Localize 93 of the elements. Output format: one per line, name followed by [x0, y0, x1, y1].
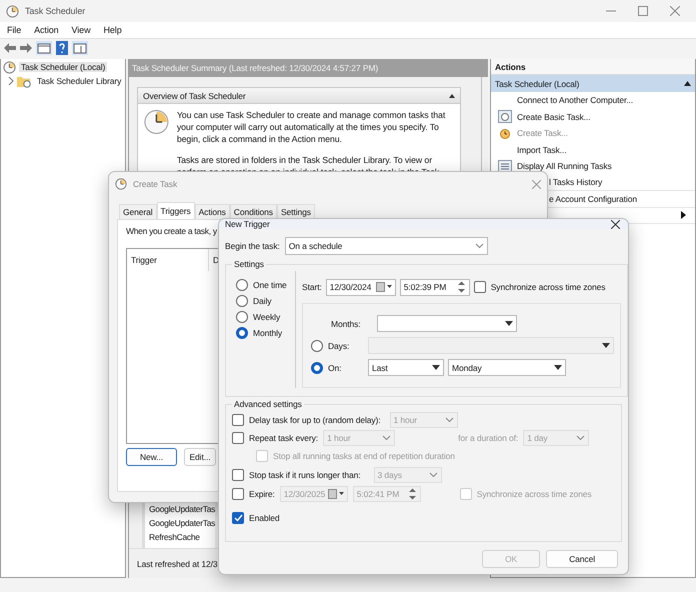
clock-icon [499, 127, 511, 140]
caret-icon [602, 343, 610, 348]
chevron-icon [474, 243, 484, 249]
action-link[interactable]: l Tasks History [549, 177, 602, 188]
field-label: Start: [302, 282, 322, 292]
clock-icon [115, 178, 127, 190]
dialog-title: New Trigger [225, 219, 270, 229]
field-label: Begin the task: [225, 241, 280, 251]
time-field[interactable]: 5:02:39 PM [400, 278, 470, 296]
clock-icon [144, 109, 169, 135]
stop-task-checkbox[interactable]: Stop task if it runs longer than: [232, 468, 361, 480]
tab[interactable]: Conditions [230, 204, 277, 219]
action-link[interactable]: e Account Configuration [549, 194, 637, 204]
maximize-icon[interactable] [638, 6, 648, 16]
schedule-radio[interactable]: Daily [236, 295, 295, 307]
collapse-icon[interactable] [449, 94, 455, 98]
caret-icon [554, 365, 562, 370]
action-link[interactable]: Display All Running Tasks [517, 161, 612, 172]
action-link[interactable]: Create Basic Task... [517, 112, 590, 122]
cancel-button[interactable]: Cancel [546, 550, 618, 568]
edit-button[interactable]: Edit... [184, 448, 216, 466]
actions-section-header[interactable]: Task Scheduler (Local) [491, 75, 695, 92]
checkbox[interactable] [474, 281, 486, 293]
help-icon[interactable] [56, 41, 68, 55]
tab[interactable]: Settings [276, 204, 315, 219]
group-title: Advanced settings [233, 399, 303, 409]
checkbox[interactable] [232, 468, 244, 480]
schedule-radio[interactable]: Weekly [236, 311, 295, 323]
expire-checkbox[interactable]: Expire: [232, 488, 275, 500]
week-dropdown[interactable]: Last [368, 359, 444, 376]
tab[interactable]: Actions [194, 204, 230, 219]
action-link[interactable]: Connect to Another Computer... [517, 95, 634, 106]
tab[interactable]: General [119, 204, 157, 219]
checkbox[interactable] [232, 512, 244, 524]
tab[interactable]: Triggers [156, 202, 195, 219]
chevron-icon [576, 435, 586, 441]
pane-icon[interactable] [72, 41, 88, 55]
chevron-icon [382, 435, 392, 441]
window-title: Task Scheduler [25, 6, 86, 16]
menu-item[interactable]: View [72, 25, 90, 35]
menu-item[interactable]: Help [103, 25, 122, 35]
sync-checkbox[interactable]: Synchronize across time zones [474, 281, 606, 293]
section-title: Task Scheduler (Local) [495, 78, 580, 88]
overview-header[interactable]: Overview of Task Scheduler [138, 88, 460, 104]
tree-item[interactable]: Task Scheduler (Local) [19, 62, 108, 72]
checkbox[interactable] [232, 488, 244, 500]
forward-arrow-icon[interactable] [20, 43, 32, 53]
day-dropdown[interactable]: Monday [448, 359, 566, 376]
column-header[interactable]: Trigger [127, 249, 209, 271]
pane-icon[interactable] [36, 41, 52, 55]
expand-icon[interactable] [8, 77, 14, 85]
spinner-arrows-icon [408, 486, 417, 500]
overview-paragraph: You can use Task Scheduler to create and manage common tasks that your computer will carry out automatically at the times you specify. To begin, click a command in the Action menu. [176, 109, 446, 145]
tree-item[interactable]: Task Scheduler Library [35, 76, 124, 86]
spinner-arrows-icon [456, 280, 466, 294]
on-radio[interactable]: On: [311, 362, 364, 374]
task-name[interactable]: RefreshCache [149, 532, 216, 546]
last-refreshed-text: Last refreshed at 12/3 [137, 558, 218, 568]
new-button[interactable]: New... [126, 448, 177, 466]
field-label: for a duration of: [458, 433, 518, 443]
days-radio[interactable]: Days: [311, 340, 364, 352]
field-label: Months: [331, 318, 362, 328]
actions-header: Actions [491, 59, 695, 75]
chevron-icon [444, 417, 454, 423]
schedule-radio[interactable]: One time [236, 279, 295, 291]
schedule-radio[interactable]: Monthly [236, 327, 295, 339]
collapse-icon[interactable] [684, 81, 691, 86]
task-name[interactable]: GoogleUpdaterTas [149, 504, 216, 518]
begin-task-dropdown[interactable]: On a schedule [284, 237, 488, 255]
summary-header: Task Scheduler Summary (Last refreshed: 12/30/2024 4:57:27 PM) [129, 59, 488, 77]
back-arrow-icon[interactable] [4, 43, 16, 53]
checkbox[interactable] [232, 414, 244, 426]
group-title: Settings [233, 259, 265, 269]
enabled-checkbox[interactable]: Enabled [232, 512, 280, 524]
delay-checkbox[interactable]: Delay task for up to (random delay): [232, 414, 381, 426]
clock-icon [6, 4, 19, 18]
caret-icon [432, 365, 440, 370]
action-link[interactable]: Import Task... [517, 144, 566, 155]
menu-item[interactable]: File [7, 25, 22, 35]
caret-icon [505, 321, 513, 326]
menu-item[interactable]: Action [34, 25, 59, 35]
chevron-icon [428, 472, 438, 478]
close-icon[interactable] [611, 220, 620, 228]
date-picker[interactable]: 12/30/2024 [326, 278, 396, 296]
section-title: Overview of Task Scheduler [143, 90, 246, 100]
minimize-icon[interactable] [606, 10, 616, 12]
submenu-arrow-icon[interactable] [681, 211, 686, 220]
task-name[interactable]: GoogleUpdaterTas [149, 518, 216, 532]
dialog-title: Create Task [133, 179, 178, 189]
checkbox[interactable] [232, 432, 244, 444]
instruction-text: When you create a task, y [126, 226, 217, 236]
repeat-checkbox[interactable]: Repeat task every: [232, 432, 318, 444]
folder-clock-icon [17, 74, 32, 88]
